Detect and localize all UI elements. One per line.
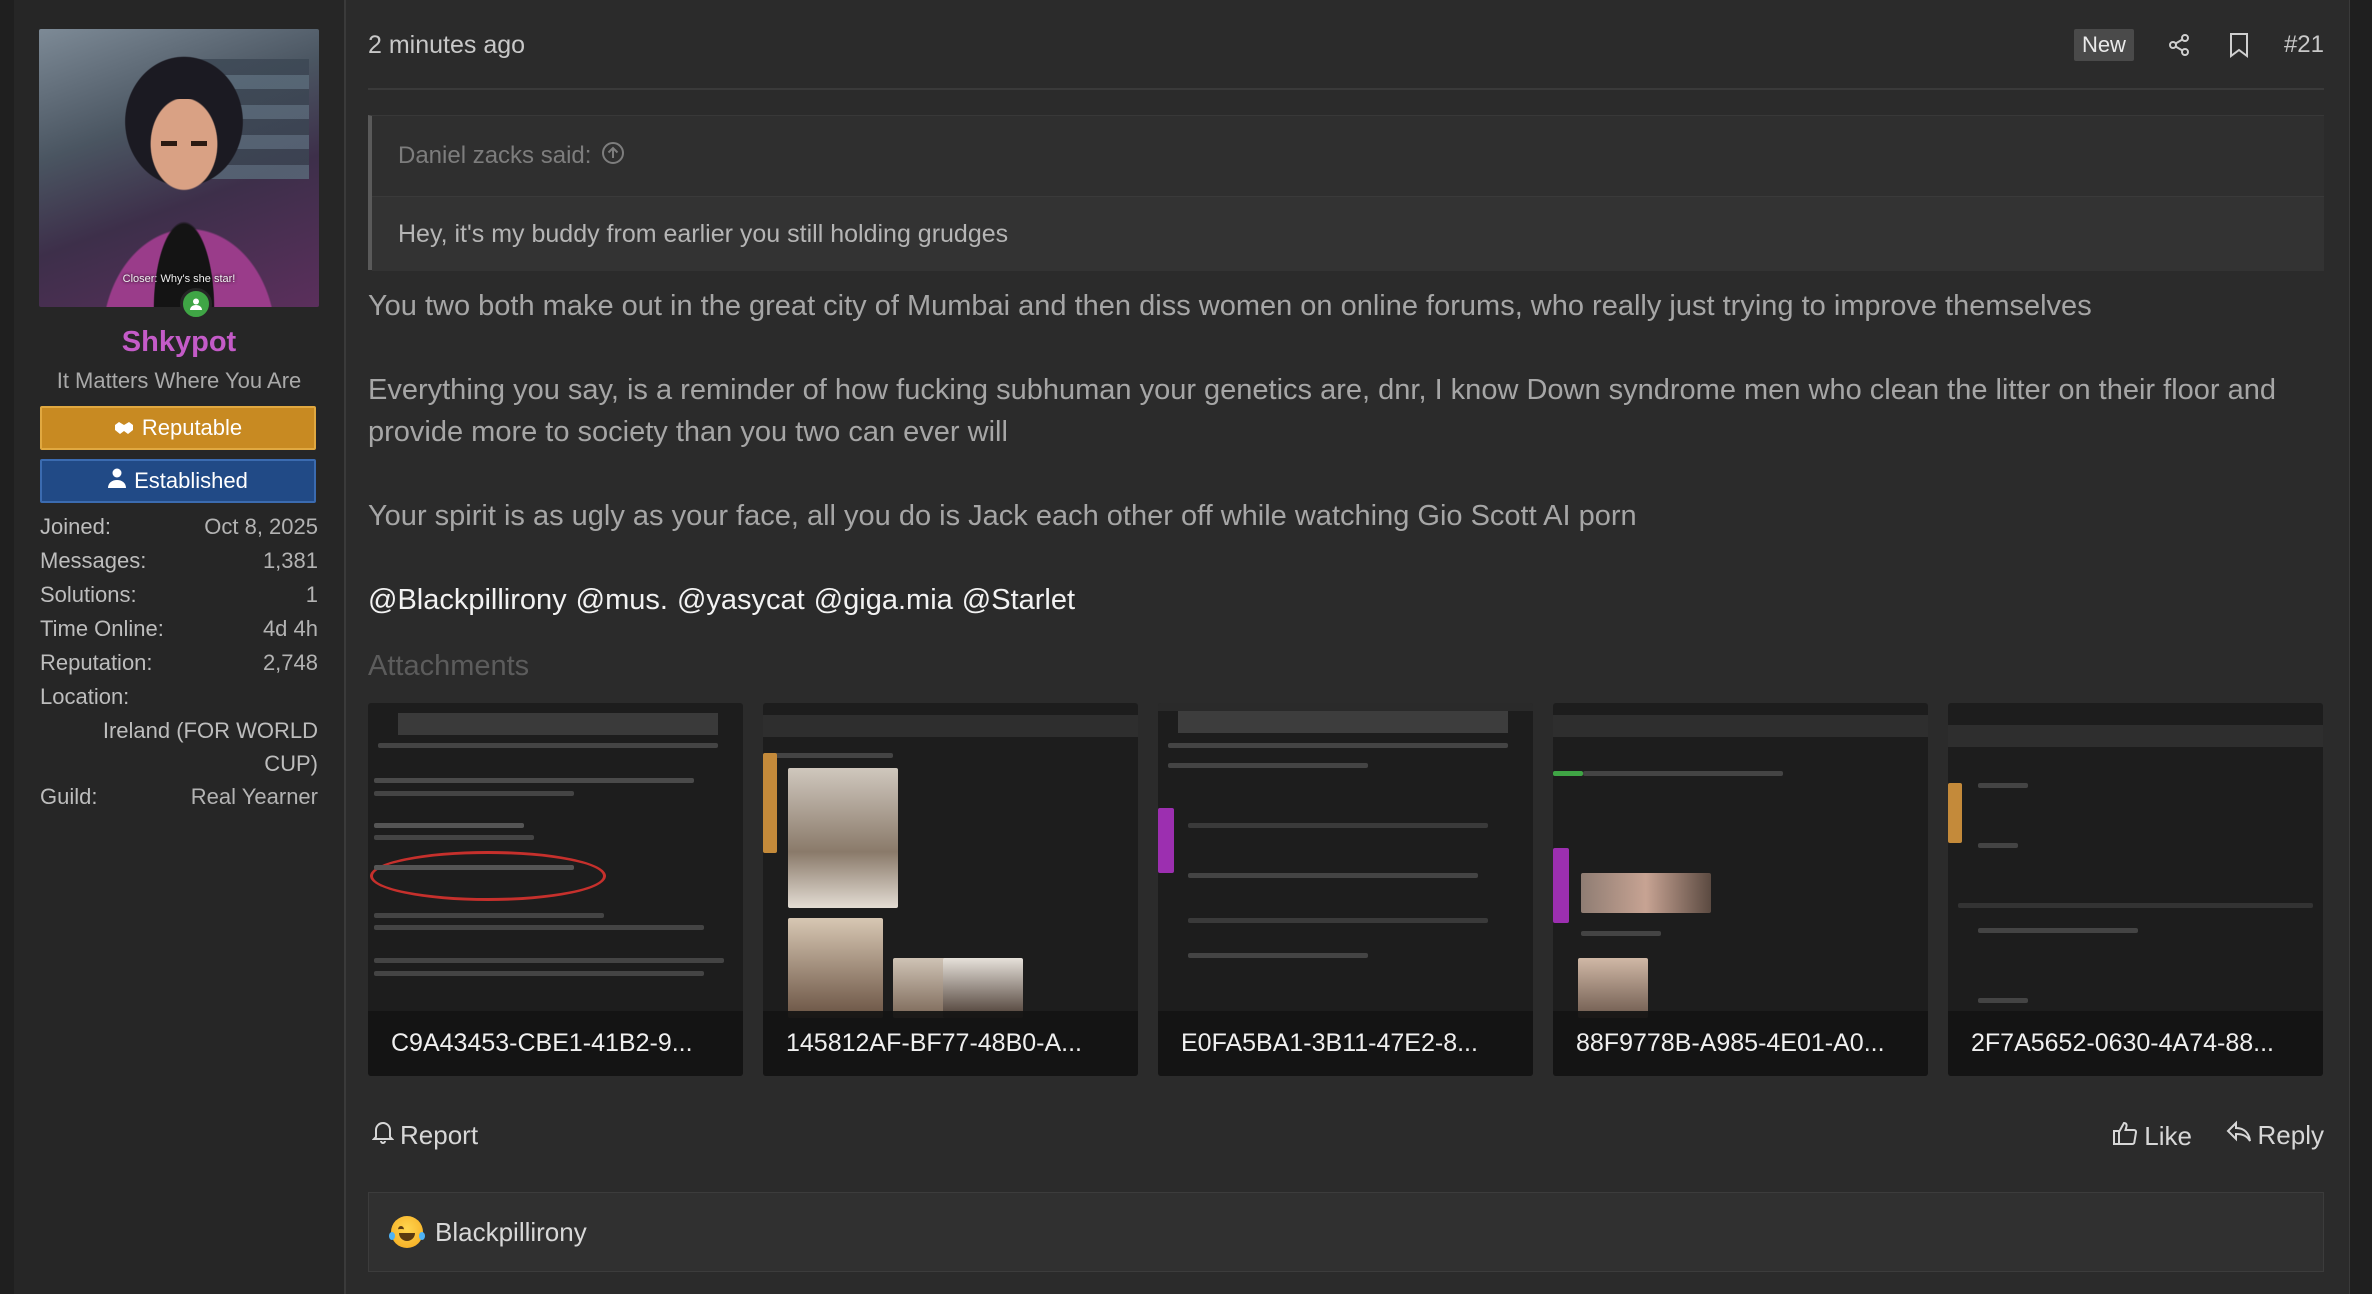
reactions-bar[interactable]: Blackpillirony [368, 1192, 2324, 1272]
banner-established-label: Established [134, 468, 248, 493]
attachment-filename[interactable]: 145812AF-BF77-48B0-A... [763, 1011, 1138, 1076]
share-icon[interactable] [2164, 30, 2194, 60]
bell-icon [371, 1120, 395, 1151]
attachment-filename[interactable]: 88F9778B-A985-4E01-A0... [1553, 1011, 1928, 1076]
arrow-up-circle-icon[interactable] [601, 141, 625, 172]
attachment-filename[interactable]: E0FA5BA1-3B11-47E2-8... [1158, 1011, 1533, 1076]
laughing-emoji-icon [389, 1216, 425, 1248]
mention-link[interactable]: @Starlet [962, 579, 1075, 621]
attachment-thumbnail[interactable]: 145812AF-BF77-48B0-A... [763, 703, 1138, 1076]
attachment-thumbnail[interactable]: 88F9778B-A985-4E01-A0... [1553, 703, 1928, 1076]
bookmark-icon[interactable] [2224, 30, 2254, 60]
reply-arrow-icon [2226, 1120, 2252, 1151]
user-title: It Matters Where You Are [56, 368, 302, 393]
quote-header[interactable]: Daniel zacks said: [372, 116, 2324, 197]
new-badge: New [2073, 29, 2134, 61]
user-icon [108, 468, 127, 494]
report-button[interactable]: Report [371, 1120, 479, 1151]
post-timestamp[interactable]: 2 minutes ago [368, 31, 525, 60]
stat-guild: Guild: Real Yearner [40, 784, 318, 809]
report-label: Report [400, 1120, 479, 1150]
attachment-list: C9A43453-CBE1-41B2-9... 145812AF-BF77-48… [368, 703, 2323, 1076]
stat-solutions: Solutions: 1 [40, 582, 318, 607]
mention-link[interactable]: @mus. [576, 579, 668, 621]
mention-link[interactable]: @giga.mia [814, 579, 953, 621]
banner-reputable: Reputable [40, 406, 316, 450]
attachments-heading: Attachments [368, 650, 530, 682]
mention-list: @Blackpillirony @mus. @yasycat @giga.mia… [368, 579, 1075, 621]
quote-author[interactable]: Daniel zacks said: [398, 142, 591, 170]
like-label: Like [2144, 1121, 2192, 1151]
divider [368, 88, 2324, 90]
reply-button[interactable]: Reply [2226, 1120, 2324, 1151]
thumbs-up-icon [2112, 1120, 2138, 1153]
attachment-filename[interactable]: 2F7A5652-0630-4A74-88... [1948, 1011, 2323, 1076]
post-paragraph: Everything you say, is a reminder of how… [368, 374, 2276, 448]
banner-established: Established [40, 459, 316, 503]
reaction-user[interactable]: Blackpillirony [435, 1217, 587, 1248]
post-actions: Report Like Reply [368, 1120, 2324, 1160]
post-number[interactable]: #21 [2284, 31, 2324, 59]
mention-link[interactable]: @yasycat [677, 579, 805, 621]
quote-block: Daniel zacks said: Hey, it's my buddy fr… [368, 115, 2324, 271]
stat-location: Location: [40, 684, 130, 709]
username[interactable]: Shkypot [14, 326, 344, 359]
online-status-icon [180, 288, 212, 320]
quote-text: Hey, it's my buddy from earlier you stil… [372, 197, 2324, 271]
user-stats: Joined: Oct 8, 2025 Messages: 1,381 Solu… [40, 510, 318, 814]
stat-messages: Messages: 1,381 [40, 548, 318, 573]
avatar-caption: Closer: Why's she star! [122, 273, 236, 285]
reply-label: Reply [2257, 1120, 2324, 1150]
handshake-icon [114, 415, 134, 441]
attachment-thumbnail[interactable]: C9A43453-CBE1-41B2-9... [368, 703, 743, 1076]
stat-location-value: Ireland (FOR WORLD CUP) [102, 718, 318, 776]
post-paragraph: You two both make out in the great city … [368, 290, 2092, 322]
post-paragraph: Your spirit is as ugly as your face, all… [368, 500, 1637, 532]
attachment-filename[interactable]: C9A43453-CBE1-41B2-9... [368, 1011, 743, 1076]
stat-time-online: Time Online: 4d 4h [40, 616, 318, 641]
post-meta-actions: New #21 [2073, 29, 2324, 61]
stat-reputation: Reputation: 2,748 [40, 650, 318, 675]
attachment-thumbnail[interactable]: E0FA5BA1-3B11-47E2-8... [1158, 703, 1533, 1076]
mention-link[interactable]: @Blackpillirony [368, 579, 567, 621]
attachment-thumbnail[interactable]: 2F7A5652-0630-4A74-88... [1948, 703, 2323, 1076]
like-button[interactable]: Like [2112, 1120, 2192, 1153]
stat-joined: Joined: Oct 8, 2025 [40, 514, 318, 539]
avatar[interactable]: Closer: Why's she star! [39, 29, 319, 307]
banner-reputable-label: Reputable [141, 415, 243, 440]
